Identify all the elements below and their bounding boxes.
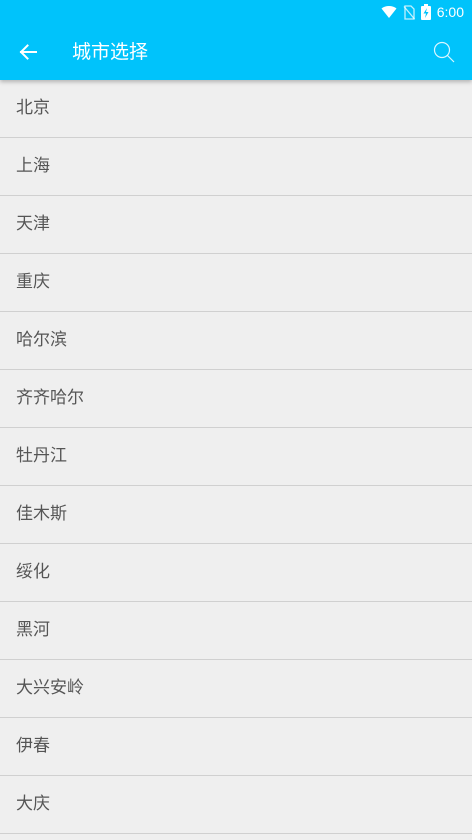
city-name: 牡丹江	[16, 446, 67, 466]
battery-charging-icon	[420, 4, 431, 20]
city-list-item[interactable]: 上海	[0, 138, 472, 196]
city-list-item[interactable]: 伊春	[0, 718, 472, 776]
city-name: 北京	[16, 98, 50, 118]
city-list-item[interactable]: 天津	[0, 196, 472, 254]
city-list-item[interactable]: 佳木斯	[0, 486, 472, 544]
city-name: 绥化	[16, 562, 50, 582]
city-name: 齐齐哈尔	[16, 388, 84, 408]
city-list-item[interactable]: 哈尔滨	[0, 312, 472, 370]
city-list-item[interactable]: 大兴安岭	[0, 660, 472, 718]
status-icons: 6:00	[381, 3, 464, 21]
wifi-icon	[381, 6, 397, 19]
city-name: 重庆	[16, 272, 50, 292]
city-list-item[interactable]: 牡丹江	[0, 428, 472, 486]
city-list-item[interactable]: 齐齐哈尔	[0, 370, 472, 428]
city-list-item[interactable]: 大庆	[0, 776, 472, 834]
city-list: 北京 上海 天津 重庆 哈尔滨 齐齐哈尔 牡丹江 佳木斯 绥化 黑河 大兴安岭 …	[0, 80, 472, 834]
city-name: 黑河	[16, 620, 50, 640]
city-name: 佳木斯	[16, 504, 67, 524]
search-button[interactable]	[428, 36, 460, 68]
city-name: 伊春	[16, 736, 50, 756]
city-name: 大庆	[16, 794, 50, 814]
city-name: 天津	[16, 214, 50, 234]
city-name: 大兴安岭	[16, 678, 84, 698]
no-sim-icon	[403, 4, 415, 20]
status-time: 6:00	[436, 4, 464, 20]
toolbar: 城市选择	[0, 24, 472, 80]
app-bar: 6:00 城市选择	[0, 0, 472, 80]
city-list-item[interactable]: 北京	[0, 80, 472, 138]
status-bar: 6:00	[0, 0, 472, 24]
page-title: 城市选择	[72, 41, 149, 63]
city-list-item[interactable]: 重庆	[0, 254, 472, 312]
back-button[interactable]	[12, 36, 44, 68]
city-list-item[interactable]: 黑河	[0, 602, 472, 660]
city-list-item[interactable]: 绥化	[0, 544, 472, 602]
search-icon	[433, 41, 455, 63]
city-name: 上海	[16, 156, 50, 176]
arrow-left-icon	[19, 44, 37, 60]
city-name: 哈尔滨	[16, 330, 67, 350]
